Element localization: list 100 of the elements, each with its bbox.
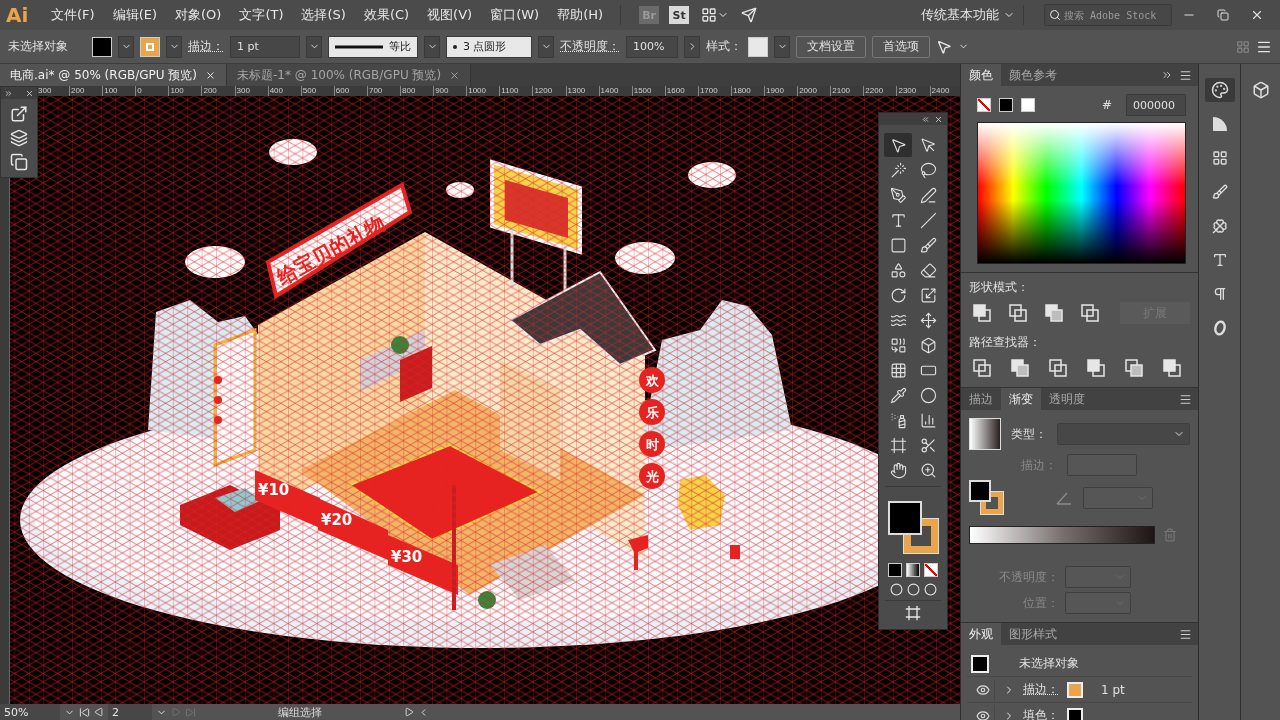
gradient-swatch[interactable]	[969, 418, 1001, 450]
app-launcher[interactable]: St	[669, 6, 690, 24]
attribute-swatch[interactable]	[1067, 681, 1083, 698]
layout-grid-icon[interactable]	[701, 7, 718, 23]
panel-tab[interactable]: 图形样式	[1001, 623, 1065, 645]
artboard-field[interactable]: 2	[108, 704, 152, 720]
quick-swatch[interactable]	[999, 98, 1013, 112]
document-tab[interactable]: 未标题-1* @ 100% (RGB/GPU 预览)	[227, 64, 472, 86]
fill-dropdown[interactable]	[118, 35, 134, 58]
menu-item[interactable]: 窗口(W)	[481, 6, 549, 24]
restore-icon	[1217, 9, 1229, 21]
menu-item[interactable]: 文字(T)	[230, 6, 293, 24]
none-swatch[interactable]	[977, 98, 991, 112]
search-field[interactable]: 搜索 Adobe Stock	[1044, 4, 1172, 26]
grid-icon	[889, 361, 907, 379]
pen-line-icon	[919, 186, 937, 204]
move-arrows-icon	[919, 311, 937, 329]
brush-dropdown[interactable]	[538, 35, 554, 58]
close-icon[interactable]	[449, 69, 461, 81]
color-spectrum[interactable]	[977, 122, 1186, 264]
hex-label: #	[1101, 98, 1112, 112]
brush-field[interactable]: 3 点圆形	[446, 35, 532, 58]
overlapping-squares-icon	[1087, 359, 1105, 377]
arrow-pointer-tool[interactable]	[884, 133, 912, 157]
artboards-icon[interactable]	[10, 153, 28, 171]
cube-icon	[919, 336, 937, 354]
gradient-mode-swatch[interactable]	[906, 563, 920, 577]
zoom-icon	[919, 461, 937, 479]
document-tab[interactable]: 电商.ai* @ 50% (RGB/GPU 预览)	[0, 64, 228, 86]
combine-shapes-icon	[889, 336, 907, 354]
draw-mode-icon[interactable]	[889, 583, 903, 596]
current-tool-status: 编组选择	[277, 704, 323, 720]
stroke-swatch[interactable]	[140, 36, 160, 57]
color-mode-swatch[interactable]	[888, 563, 902, 577]
document-tab-title: 电商.ai* @ 50% (RGB/GPU 预览)	[10, 66, 198, 84]
attribute-swatch[interactable]	[1067, 707, 1083, 720]
overlapping-squares-icon	[1011, 359, 1029, 377]
close-icon[interactable]	[205, 69, 217, 81]
menu-item[interactable]: 编辑(E)	[103, 6, 166, 24]
hand-icon	[889, 461, 907, 479]
eye-icon	[975, 708, 990, 720]
menu-item[interactable]: 选择(S)	[292, 6, 355, 24]
stroke-line-icon	[335, 44, 383, 49]
overlapping-squares-icon	[973, 304, 991, 322]
play-icon[interactable]	[404, 707, 414, 717]
dot-icon	[453, 44, 457, 49]
paper-plane-icon[interactable]	[741, 7, 758, 23]
zoom-field[interactable]: 50%	[0, 704, 60, 720]
lasso-icon	[919, 161, 937, 179]
menu-item[interactable]: 对象(O)	[166, 6, 231, 24]
pointer-icon[interactable]	[936, 38, 952, 55]
style-swatch[interactable]	[748, 36, 768, 57]
panel-tab[interactable]: 外观	[961, 623, 1001, 645]
control-button[interactable]: 文档设置	[796, 35, 866, 58]
overlapping-squares-icon	[1009, 304, 1027, 322]
export-icon[interactable]	[10, 105, 28, 123]
paintbrush-icon	[919, 236, 937, 254]
style-dropdown[interactable]	[774, 35, 790, 58]
stroke-weight-field[interactable]: 1 pt	[230, 35, 300, 58]
scale-icon	[919, 286, 937, 304]
menu-item[interactable]: 效果(C)	[354, 6, 419, 24]
workspace-switcher[interactable]: 传统基本功能	[921, 6, 999, 24]
coupon-amount: ¥20	[321, 511, 353, 529]
color-panel-button[interactable]	[1204, 78, 1235, 102]
previous-icon[interactable]	[94, 707, 104, 717]
opacity-label[interactable]: 不透明度：	[560, 38, 620, 55]
stroke-dropdown[interactable]	[166, 35, 182, 58]
draw-mode-icon[interactable]	[923, 583, 937, 596]
panel-menu-icon[interactable]	[1179, 68, 1192, 82]
last-page-icon	[185, 706, 196, 718]
panel-menu-icon[interactable]	[1179, 627, 1192, 641]
menu-item[interactable]: 文件(F)	[42, 6, 104, 24]
draw-mode-icon[interactable]	[906, 583, 920, 596]
control-button[interactable]: 首选项	[872, 35, 930, 58]
attribute-label[interactable]: 填色：	[1023, 707, 1059, 720]
variable-width-field[interactable]: 等比	[328, 35, 418, 58]
panel-tab[interactable]: 颜色参考	[1001, 64, 1065, 86]
opacity-stepper[interactable]	[684, 35, 700, 58]
menu-item[interactable]: 帮助(H)	[548, 6, 613, 24]
attribute-label[interactable]: 描边：	[1023, 681, 1059, 698]
paintbrush-icon	[1211, 184, 1228, 200]
first-page-icon[interactable]	[79, 706, 90, 718]
menu-item[interactable]: 视图(V)	[418, 6, 482, 24]
opacity-field[interactable]: 100%	[626, 35, 678, 58]
diagonal-line-icon	[919, 211, 937, 229]
panel-menu-icon[interactable]	[1179, 392, 1192, 406]
fill-stroke-swatches[interactable]	[969, 480, 1005, 516]
panel-tab[interactable]: 颜色	[961, 64, 1001, 86]
layers-icon[interactable]	[10, 129, 28, 147]
scissors-icon	[919, 436, 937, 454]
fill-swatch[interactable]	[92, 36, 112, 57]
weight-dropdown[interactable]	[306, 35, 322, 58]
hex-field[interactable]: 000000	[1126, 94, 1186, 116]
object-thumbnail	[971, 654, 989, 673]
banner-character: 光	[645, 469, 659, 484]
italic-o-icon	[1212, 320, 1227, 336]
profile-dropdown[interactable]	[424, 35, 440, 58]
none-mode-swatch[interactable]	[924, 563, 938, 577]
quick-swatch[interactable]	[1021, 98, 1035, 112]
stroke-label[interactable]: 描边：	[188, 38, 224, 55]
